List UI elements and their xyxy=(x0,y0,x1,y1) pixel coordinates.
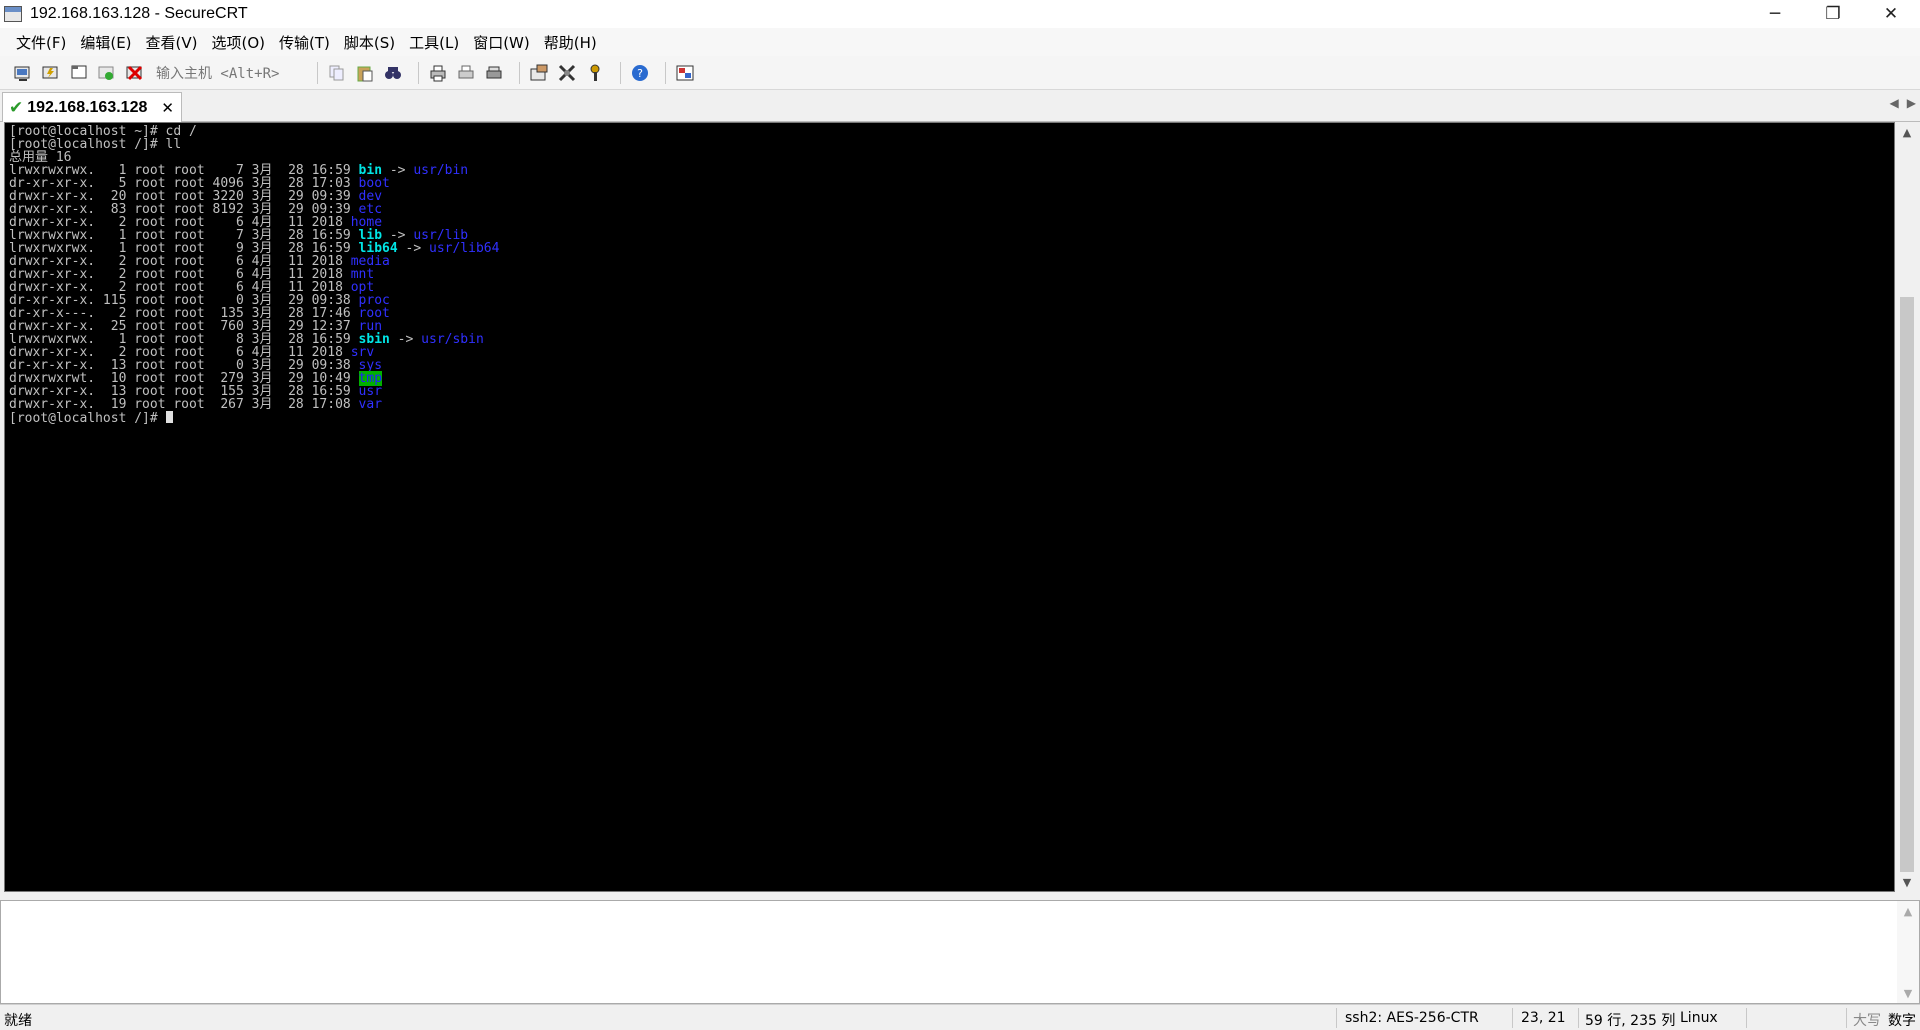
terminal-text: -> xyxy=(397,241,429,256)
terminal-text: drwxr-xr-x. 19 root root 267 3月 28 17:08 xyxy=(9,397,359,412)
terminal-area[interactable]: [root@localhost ~]# cd / [root@localhost … xyxy=(4,122,1895,892)
menu-options[interactable]: 选项(O) xyxy=(206,32,272,53)
menu-tools[interactable]: 工具(L) xyxy=(403,32,465,53)
scroll-up-icon[interactable]: ▲ xyxy=(1896,122,1918,142)
scroll-up-icon[interactable]: ▲ xyxy=(1897,901,1919,921)
session-tab-label: 192.168.163.128 xyxy=(27,98,148,116)
status-ready: 就绪 xyxy=(4,1013,32,1029)
menu-transfer[interactable]: 传输(T) xyxy=(273,32,336,53)
keymap-icon[interactable] xyxy=(584,62,606,84)
tab-close-icon[interactable]: ✕ xyxy=(161,99,174,117)
tab-scroll-arrows: ◀ ▶ xyxy=(1890,96,1916,110)
menu-file[interactable]: 文件(F) xyxy=(10,32,72,53)
window-title: 192.168.163.128 - SecureCRT xyxy=(30,5,248,22)
terminal-vertical-scrollbar[interactable]: ▲ ▼ xyxy=(1896,122,1918,892)
connected-check-icon: ✔ xyxy=(9,97,24,118)
menu-bar: 文件(F) 编辑(E) 查看(V) 选项(O) 传输(T) 脚本(S) 工具(L… xyxy=(0,28,1920,56)
disconnect-icon[interactable] xyxy=(124,62,146,84)
toolbar-separator xyxy=(317,61,318,84)
command-window[interactable]: ▲ ▼ xyxy=(0,900,1920,1004)
toolbar: 输入主机 <Alt+R> ? xyxy=(0,56,1920,90)
reconnect-icon[interactable] xyxy=(96,62,118,84)
status-caps-lock: 大写 xyxy=(1853,1013,1881,1029)
menu-edit[interactable]: 编辑(E) xyxy=(74,32,137,53)
title-bar: 192.168.163.128 - SecureCRT ─ ❐ ✕ xyxy=(0,0,1920,28)
terminal-text: usr/lib64 xyxy=(429,241,500,256)
print-screen-icon[interactable] xyxy=(483,62,505,84)
find-icon[interactable] xyxy=(382,62,404,84)
menu-view[interactable]: 查看(V) xyxy=(140,32,204,53)
toolbar-separator xyxy=(620,61,621,84)
status-cursor-position: 23, 21 xyxy=(1521,1010,1566,1026)
print-icon[interactable] xyxy=(427,62,449,84)
scrollbar-thumb[interactable] xyxy=(1900,297,1914,872)
tab-scroll-right-icon[interactable]: ▶ xyxy=(1907,96,1916,110)
terminal-text: [root@localhost /]# xyxy=(9,411,166,426)
window-controls: ─ ❐ ✕ xyxy=(1746,0,1920,28)
status-separator xyxy=(1846,1008,1847,1028)
copy-icon[interactable] xyxy=(326,62,348,84)
session-tab-bar: ✔ 192.168.163.128 ✕ ◀ ▶ xyxy=(0,90,1920,122)
scroll-down-icon[interactable]: ▼ xyxy=(1897,983,1919,1003)
terminal-line: drwxr-xr-x. 19 root root 267 3月 28 17:08… xyxy=(9,398,499,411)
terminal-text: usr/sbin xyxy=(421,332,484,347)
terminal-text: var xyxy=(358,397,383,412)
terminal-line: [root@localhost /]# ll xyxy=(9,138,499,151)
quick-connect-input[interactable]: 输入主机 <Alt+R> xyxy=(152,61,297,85)
paste-icon[interactable] xyxy=(354,62,376,84)
toolbar-separator xyxy=(665,61,666,84)
status-bar: 就绪 ssh2: AES-256-CTR 23, 21 59 行, 235 列 … xyxy=(0,1004,1920,1030)
session-options-icon[interactable] xyxy=(528,62,550,84)
svg-text:?: ? xyxy=(637,67,643,80)
print-setup-icon[interactable] xyxy=(455,62,477,84)
terminal-text: usr/bin xyxy=(413,163,469,178)
status-separator xyxy=(1336,1008,1337,1028)
status-os: Linux xyxy=(1680,1010,1718,1026)
terminal-text: -> xyxy=(389,332,422,347)
command-window-scrollbar[interactable]: ▲ ▼ xyxy=(1897,901,1919,1003)
minimize-button[interactable]: ─ xyxy=(1746,0,1804,28)
scroll-down-icon[interactable]: ▼ xyxy=(1896,872,1918,892)
terminal-line: [root@localhost /]# xyxy=(9,411,499,426)
help-icon[interactable]: ? xyxy=(629,62,651,84)
toolbar-separator xyxy=(418,61,419,84)
connect-tab-icon[interactable] xyxy=(68,62,90,84)
status-separator xyxy=(1512,1008,1513,1028)
restore-button[interactable]: ❐ xyxy=(1804,0,1862,28)
global-options-icon[interactable] xyxy=(556,62,578,84)
terminal-cursor xyxy=(165,411,173,423)
menu-window[interactable]: 窗口(W) xyxy=(467,32,536,53)
status-separator xyxy=(1746,1008,1747,1028)
status-num-lock: 数字 xyxy=(1888,1013,1916,1029)
menu-script[interactable]: 脚本(S) xyxy=(338,32,401,53)
connect-icon[interactable] xyxy=(12,62,34,84)
terminal-output: [root@localhost ~]# cd / [root@localhost … xyxy=(9,125,500,426)
menu-help[interactable]: 帮助(H) xyxy=(538,32,603,53)
status-terminal-size: 59 行, 235 列 xyxy=(1585,1013,1676,1029)
status-separator xyxy=(1578,1008,1579,1028)
securecrt-app-icon xyxy=(4,6,22,22)
tab-scroll-left-icon[interactable]: ◀ xyxy=(1890,96,1899,110)
sftp-icon[interactable] xyxy=(674,62,696,84)
session-tab[interactable]: ✔ 192.168.163.128 ✕ xyxy=(2,92,182,122)
close-button[interactable]: ✕ xyxy=(1862,0,1920,28)
quick-connect-icon[interactable] xyxy=(40,62,62,84)
toolbar-separator xyxy=(519,61,520,84)
status-encryption: ssh2: AES-256-CTR xyxy=(1345,1010,1479,1026)
